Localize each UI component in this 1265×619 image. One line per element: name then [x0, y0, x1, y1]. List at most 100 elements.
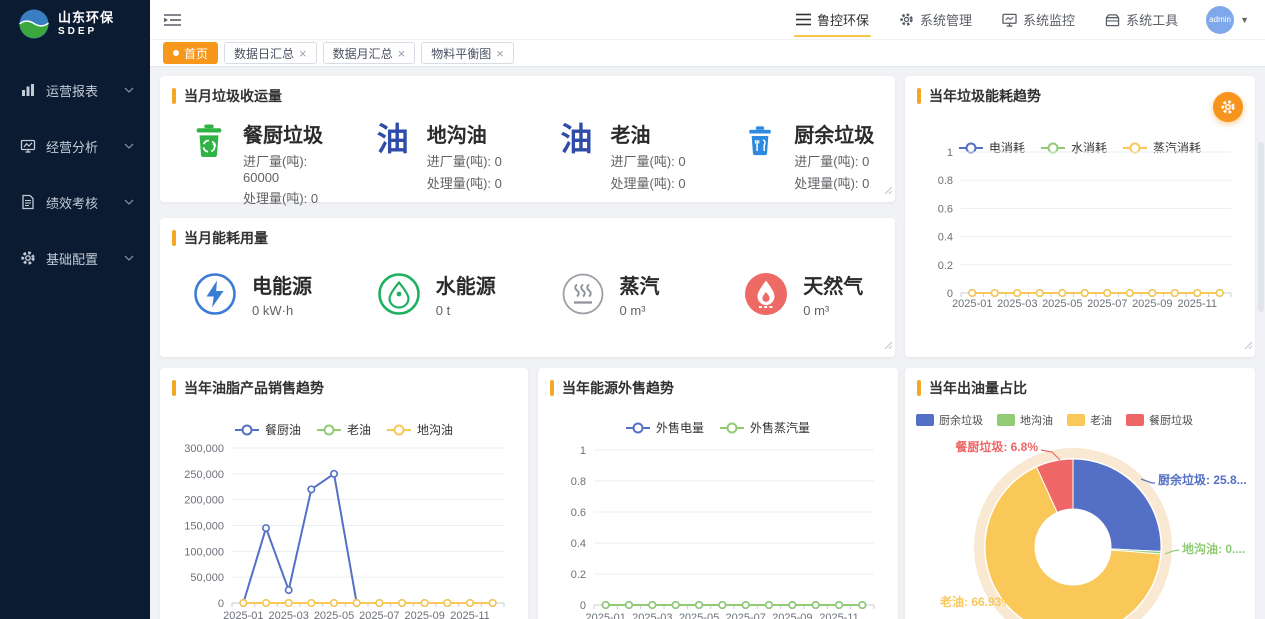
tab-material-balance[interactable]: 物料平衡图 × [421, 42, 514, 64]
svg-text:2025-05: 2025-05 [679, 612, 719, 619]
svg-text:0.8: 0.8 [938, 175, 953, 187]
card-resize-handle[interactable] [1243, 336, 1252, 354]
tab-close-icon[interactable]: × [398, 47, 406, 60]
chart-settings-button[interactable] [1213, 92, 1243, 122]
svg-text:0.6: 0.6 [938, 203, 953, 215]
electricity-icon [192, 271, 238, 317]
sidebar-item-operation-reports[interactable]: 运营报表 [0, 62, 150, 118]
svg-text:2025-01: 2025-01 [952, 298, 992, 310]
svg-text:2025-07: 2025-07 [725, 612, 765, 619]
tab-bar: 首页 数据日汇总 × 数据月汇总 × 物料平衡图 × [150, 40, 1265, 67]
card-title: 当年出油量占比 [905, 368, 1255, 398]
app-logo[interactable]: 山东环保 SDEP [0, 0, 150, 48]
sidebar-item-business-analysis[interactable]: 经营分析 [0, 118, 150, 174]
dashboard-page: 山东环保 SDEP 运营报表 经营分析 [0, 0, 1265, 619]
scrollbar-thumb[interactable] [1258, 142, 1264, 312]
sidebar-collapse-button[interactable] [164, 13, 181, 27]
gear-icon [20, 250, 36, 266]
card-energy-trend-chart: 当年垃圾能耗趋势 电消耗水消耗蒸汽消耗00.20.40.60.812025-01… [905, 76, 1255, 357]
svg-text:水消耗: 水消耗 [1071, 141, 1107, 155]
svg-text:2025-03: 2025-03 [997, 298, 1037, 310]
title-accent-bar [917, 380, 921, 396]
card-title: 当年垃圾能耗趋势 [905, 76, 1255, 106]
user-menu[interactable]: admin ▼ [1206, 6, 1249, 34]
energy-sale-line-chart: 外售电量外售蒸汽量00.20.40.60.812025-012025-03202… [548, 402, 888, 619]
menu-fold-icon [164, 13, 181, 27]
svg-text:0: 0 [580, 600, 586, 612]
svg-text:0: 0 [218, 598, 224, 610]
card-energy-usage: 当月能耗用量 电能源 0 kW·h [160, 218, 895, 357]
sidebar-menu: 运营报表 经营分析 绩效考核 [0, 48, 150, 286]
stat-water: 水能源 0 t [344, 270, 528, 318]
sidebar-item-label: 运营报表 [46, 81, 124, 100]
card-title: 当年能源外售趋势 [538, 368, 898, 398]
active-tab-dot-icon [173, 50, 179, 56]
sidebar-item-label: 基础配置 [46, 249, 124, 268]
analysis-monitor-icon [20, 138, 36, 154]
oil-character-icon: 油 [372, 119, 414, 207]
stat-name: 蒸汽 [620, 270, 660, 299]
top-nav-system-tools[interactable]: 系统工具 [1103, 0, 1180, 39]
sidebar-item-label: 绩效考核 [46, 193, 124, 212]
chevron-down-icon [124, 255, 134, 261]
document-icon [20, 194, 36, 210]
tab-home[interactable]: 首页 [163, 42, 218, 64]
logo-text: 山东环保 SDEP [58, 11, 114, 36]
stat-name: 天然气 [803, 270, 863, 299]
oil-ratio-donut-chart: 厨余垃圾地沟油老油餐厨垃圾厨余垃圾: 25.8...地沟油: 0....老油: … [910, 402, 1250, 619]
svg-text:1: 1 [947, 147, 953, 159]
stat-name: 地沟油 [427, 119, 502, 148]
content-scrollbar[interactable] [1258, 142, 1264, 392]
svg-text:2025-03: 2025-03 [632, 612, 672, 619]
svg-text:2025-11: 2025-11 [819, 612, 859, 619]
tab-close-icon[interactable]: × [496, 47, 504, 60]
sidebar-item-performance-review[interactable]: 绩效考核 [0, 174, 150, 230]
top-nav-system-manage[interactable]: 系统管理 [897, 0, 974, 39]
card-title-text: 当年垃圾能耗趋势 [929, 86, 1041, 106]
stat-processed: 处理量(吨): 0 [794, 173, 874, 192]
stat-intake: 进厂量(吨): 0 [794, 151, 874, 170]
svg-text:蒸汽消耗: 蒸汽消耗 [1153, 140, 1201, 155]
logo-subtitle: SDEP [58, 26, 114, 37]
tab-daily-summary[interactable]: 数据日汇总 × [224, 42, 317, 64]
card-title-text: 当年出油量占比 [929, 378, 1027, 398]
stat-text: 水能源 0 t [436, 270, 496, 318]
card-title: 当月能耗用量 [160, 218, 895, 248]
card-resize-handle[interactable] [883, 336, 892, 354]
svg-text:0.2: 0.2 [938, 260, 953, 272]
tab-label: 数据月汇总 [333, 45, 393, 62]
dashboard-content: 当月垃圾收运量 [150, 67, 1265, 619]
tab-close-icon[interactable]: × [299, 47, 307, 60]
svg-text:2025-09: 2025-09 [1132, 298, 1172, 310]
sidebar-item-label: 经营分析 [46, 137, 124, 156]
stat-text: 老油 进厂量(吨): 0 处理量(吨): 0 [611, 119, 686, 207]
stat-intake: 进厂量(吨): 0 [427, 151, 502, 170]
svg-text:餐厨油: 餐厨油 [265, 422, 301, 437]
svg-text:地沟油: 0....: 地沟油: 0.... [1182, 541, 1245, 556]
svg-text:外售电量: 外售电量 [656, 420, 704, 435]
stat-value: 0 m³ [620, 303, 660, 318]
svg-text:外售蒸汽量: 外售蒸汽量 [750, 420, 810, 435]
svg-text:2025-01: 2025-01 [585, 612, 625, 619]
stat-name: 餐厨垃圾 [243, 119, 344, 148]
energy-trend-line-chart: 电消耗水消耗蒸汽消耗00.20.40.60.812025-012025-0320… [915, 110, 1245, 320]
toolbox-icon [1105, 13, 1120, 27]
tab-monthly-summary[interactable]: 数据月汇总 × [323, 42, 416, 64]
svg-text:0.4: 0.4 [571, 538, 586, 550]
card-title: 当年油脂产品销售趋势 [160, 368, 528, 398]
avatar[interactable]: admin [1206, 6, 1234, 34]
top-nav-system-monitor[interactable]: 系统监控 [1000, 0, 1077, 39]
svg-text:2025-09: 2025-09 [404, 610, 444, 619]
title-accent-bar [172, 88, 176, 104]
list-icon [796, 13, 811, 26]
svg-text:厨余垃圾: 厨余垃圾 [939, 413, 983, 427]
stat-name: 老油 [611, 119, 686, 148]
top-nav-lukong[interactable]: 鲁控环保 [794, 0, 871, 39]
chevron-down-icon [124, 87, 134, 93]
card-resize-handle[interactable] [883, 181, 892, 199]
card-energy-sale-chart: 当年能源外售趋势 外售电量外售蒸汽量00.20.40.60.812025-012… [538, 368, 898, 619]
sidebar-item-base-config[interactable]: 基础配置 [0, 230, 150, 286]
top-nav-label: 系统监控 [1023, 10, 1075, 29]
svg-text:厨余垃圾: 25.8...: 厨余垃圾: 25.8... [1158, 472, 1247, 487]
svg-text:2025-01: 2025-01 [223, 610, 263, 619]
